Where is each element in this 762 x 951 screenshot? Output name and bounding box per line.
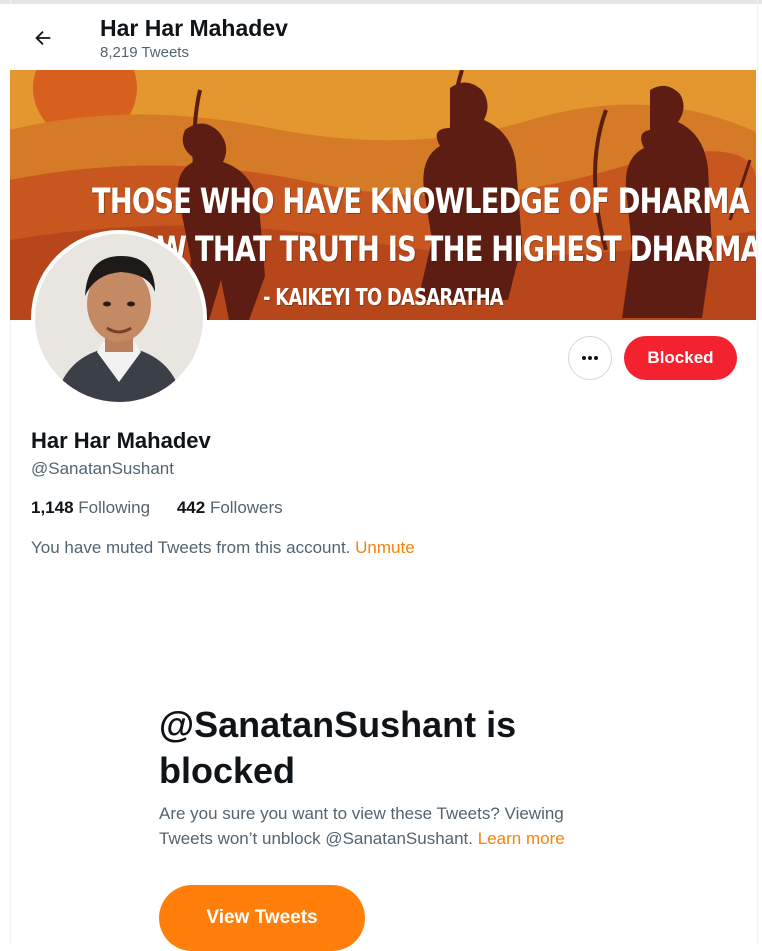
profile-handle: @SanatanSushant xyxy=(31,459,174,478)
followers-link[interactable]: 442 Followers xyxy=(177,498,283,517)
back-button[interactable] xyxy=(26,21,60,55)
following-label: Following xyxy=(78,498,151,517)
profile-name: Har Har Mahadev xyxy=(31,428,211,453)
following-link[interactable]: 1,148 Following xyxy=(31,498,150,517)
following-count: 1,148 xyxy=(31,498,74,517)
blocked-button[interactable]: Blocked xyxy=(624,336,737,380)
arrow-left-icon xyxy=(35,30,51,46)
muted-text: You have muted Tweets from this account. xyxy=(31,538,351,557)
blocked-description: Are you sure you want to view these Twee… xyxy=(159,801,619,851)
blocked-title: @SanatanSushant is blocked xyxy=(159,704,517,791)
avatar[interactable] xyxy=(31,230,207,406)
view-tweets-button[interactable]: View Tweets xyxy=(159,885,365,951)
learn-more-link[interactable]: Learn more xyxy=(478,829,565,848)
header-title: Har Har Mahadev xyxy=(100,15,288,41)
muted-notice: You have muted Tweets from this account.… xyxy=(31,538,415,558)
followers-count: 442 xyxy=(176,498,206,517)
more-options-button[interactable] xyxy=(568,336,612,380)
banner-quote-line-1: THOSE WHO HAVE KNOWLEDGE OF DHARMA xyxy=(92,182,750,222)
tweet-count: 8,219 Tweets xyxy=(100,44,189,61)
profile-stats: 1,148 Following 442 Followers xyxy=(31,498,283,518)
followers-label: Followers xyxy=(209,498,283,517)
more-horizontal-icon xyxy=(582,356,598,360)
avatar-photo xyxy=(35,234,203,402)
profile-header: Har Har Mahadev 8,219 Tweets xyxy=(10,4,756,70)
unmute-link[interactable]: Unmute xyxy=(355,538,415,557)
